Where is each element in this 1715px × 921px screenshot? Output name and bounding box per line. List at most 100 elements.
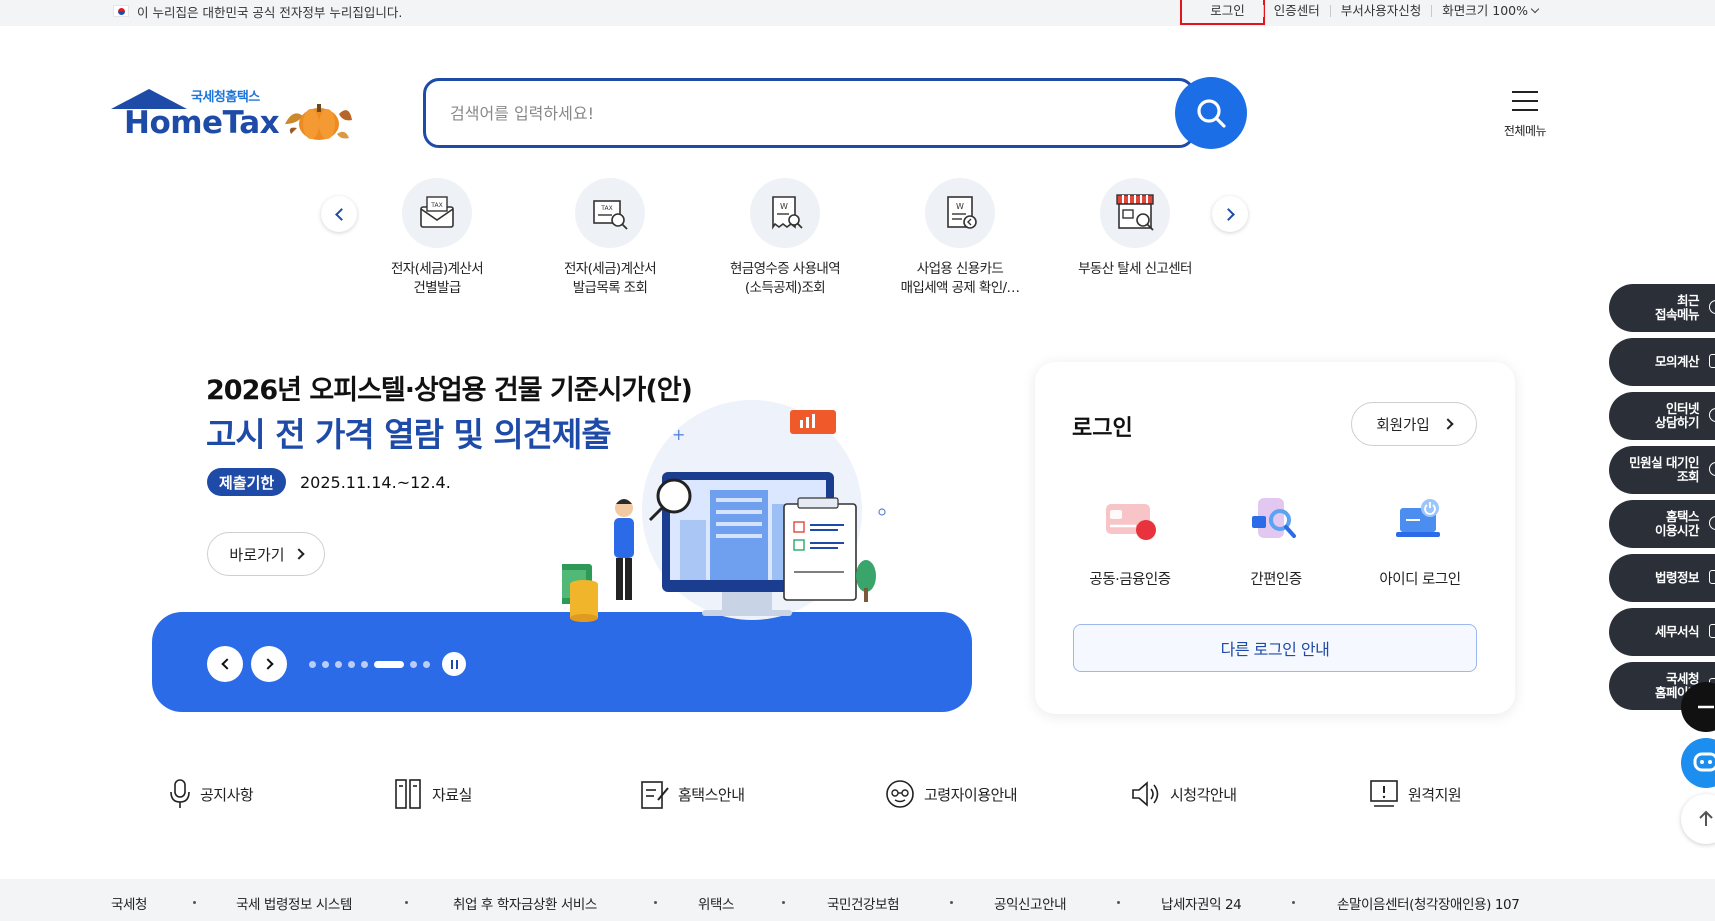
quick-item-einvoice-list[interactable]: TAX 전자(세금)계산서 발급목록 조회 — [535, 178, 685, 298]
logo-sub-text: 국세청홈택스 — [191, 90, 260, 105]
korea-flag-icon — [113, 5, 129, 17]
footer-link-wetax[interactable]: 위택스 — [698, 893, 734, 913]
logo-main-text: HomeTax — [124, 105, 280, 141]
notice-link[interactable]: 공지사항 — [168, 776, 254, 812]
receipt-search-icon: W — [750, 178, 820, 248]
gov-notice: 이 누리집은 대한민국 공식 전자정부 누리집입니다. — [113, 0, 402, 22]
quick-item-cash-receipt[interactable]: W 현금영수증 사용내역 (소득공제)조회 — [710, 178, 860, 298]
svg-text:TAX: TAX — [600, 205, 612, 212]
banner-page-dot[interactable] — [423, 660, 430, 668]
scroll-top-fab[interactable] — [1681, 794, 1715, 844]
senior-face-icon — [886, 780, 914, 808]
banner-page-dot[interactable] — [348, 660, 355, 668]
search-button[interactable] — [1175, 77, 1247, 149]
right-quick-menu: 최근 접속메뉴 모의계산 인터넷 상담하기 민원실 대기인 조회 홈택스 이용시간 법령… — [1609, 284, 1715, 716]
quick-item-realestate-report[interactable]: 부동산 탈세 신고센터 — [1060, 178, 1210, 279]
banner-page-dot[interactable] — [309, 660, 316, 668]
banner-page-dot[interactable] — [335, 660, 342, 668]
footer-link-law[interactable]: 국세 법령정보 시스템 — [236, 893, 352, 913]
banner-page-dot[interactable] — [322, 660, 329, 668]
svg-text:W: W — [780, 202, 788, 211]
footer-link-taxpayer-rights[interactable]: 납세자권익 24 — [1161, 893, 1242, 913]
join-label: 회원가입 — [1376, 417, 1430, 434]
hometax-guide-link[interactable]: 홈택스안내 — [640, 776, 745, 812]
dept-user-apply-link[interactable]: 부서사용자신청 — [1329, 4, 1432, 17]
zoom-control[interactable]: 화면크기 100% — [1431, 3, 1548, 18]
joint-financial-cert-login[interactable]: 공동·금융인증 — [1063, 490, 1197, 589]
senior-guide-link[interactable]: 고령자이용안내 — [884, 776, 1018, 812]
quick-prev-button[interactable] — [321, 196, 357, 232]
service-hours-button[interactable]: 홈택스 이용시간 — [1609, 500, 1715, 548]
quick-item-einvoice-issue[interactable]: TAX 전자(세금)계산서 건별발급 — [362, 178, 512, 298]
document-icon — [1709, 624, 1715, 638]
simple-auth-login[interactable]: 간편인증 — [1209, 490, 1343, 589]
arrow-up-icon — [1699, 810, 1713, 826]
tax-envelope-icon: TAX — [402, 178, 472, 248]
banner-page-dot[interactable] — [410, 660, 417, 668]
quick-item-label: 현금영수증 사용내역 (소득공제)조회 — [729, 261, 841, 296]
separator — [950, 901, 953, 904]
shortcut-links: 공지사항 자료실 홈택스안내 고령자이용안내 시청각안내 원격지원 — [168, 776, 1508, 816]
banner-pause-button[interactable] — [442, 652, 466, 676]
banner-next-button[interactable] — [251, 646, 287, 682]
footer-link-nhis[interactable]: 국민건강보험 — [827, 893, 900, 913]
search-input[interactable] — [450, 99, 1150, 127]
hamburger-icon — [1512, 91, 1538, 111]
search-box — [423, 78, 1195, 148]
gavel-icon — [1709, 570, 1715, 584]
footer-link-nts[interactable]: 국세청 — [111, 893, 147, 913]
zoom-label: 화면크기 — [1442, 3, 1489, 18]
chevron-left-icon — [334, 207, 348, 221]
all-menu-button[interactable]: 전체메뉴 — [1492, 88, 1558, 144]
card-check-icon: W — [925, 178, 995, 248]
footer-link-relay-center[interactable]: 손말이음센터(청각장애인용) 107 — [1337, 893, 1520, 913]
cert-center-link[interactable]: 인증센터 — [1262, 4, 1330, 17]
tax-forms-button[interactable]: 세무서식 — [1609, 608, 1715, 656]
search-area — [423, 77, 1248, 149]
footer-link-whistleblow[interactable]: 공익신고안내 — [994, 893, 1067, 913]
top-login-link[interactable]: 로그인 — [1180, 0, 1265, 25]
related-sites-bar: 국세청 국세 법령정보 시스템 취업 후 학자금상환 서비스 위택스 국민건강보… — [0, 879, 1715, 921]
laptop-power-icon — [1390, 490, 1450, 550]
quick-item-business-card[interactable]: W 사업용 신용카드 매입세액 공제 확인/… — [885, 178, 1035, 298]
separator — [405, 901, 408, 904]
remote-support-link[interactable]: 원격지원 — [1368, 776, 1462, 812]
law-info-button[interactable]: 법령정보 — [1609, 554, 1715, 602]
separator — [1117, 901, 1120, 904]
library-link[interactable]: 자료실 — [394, 776, 472, 812]
chevron-right-icon — [261, 658, 274, 670]
other-login-guide-button[interactable]: 다른 로그인 안내 — [1073, 624, 1477, 672]
banner-page-dot[interactable] — [374, 660, 404, 668]
audiovisual-guide-link[interactable]: 시청각안내 — [1130, 776, 1237, 812]
deadline-badge: 제출기한 — [207, 468, 287, 496]
footer-link-student-loan[interactable]: 취업 후 학자금상환 서비스 — [453, 893, 597, 913]
office-waiting-button[interactable]: 민원실 대기인 조회 — [1609, 446, 1715, 494]
chevron-down-icon — [1530, 4, 1540, 14]
menu-toggle-fab[interactable] — [1681, 682, 1715, 732]
online-consult-button[interactable]: 인터넷 상담하기 — [1609, 392, 1715, 440]
login-card-title: 로그인 — [1072, 416, 1133, 441]
tax-search-icon: TAX — [575, 178, 645, 248]
join-button[interactable]: 회원가입 — [1351, 402, 1477, 446]
quick-next-button[interactable] — [1212, 196, 1248, 232]
calculator-icon — [1709, 354, 1715, 368]
time-icon — [1709, 516, 1715, 530]
mock-calc-button[interactable]: 모의계산 — [1609, 338, 1715, 386]
pause-icon — [450, 659, 453, 669]
gov-notice-text: 이 누리집은 대한민국 공식 전자정부 누리집입니다. — [137, 4, 403, 20]
hometax-logo[interactable]: 국세청홈택스 HomeTax — [111, 86, 361, 146]
banner-controls — [207, 646, 466, 682]
search-icon — [1197, 99, 1226, 128]
banner-page-dot[interactable] — [361, 660, 368, 668]
chevron-right-icon — [1442, 418, 1454, 430]
quick-item-label: 사업용 신용카드 매입세액 공제 확인/… — [900, 261, 1020, 296]
recent-menu-button[interactable]: 최근 접속메뉴 — [1609, 284, 1715, 332]
chevron-left-icon — [220, 658, 233, 670]
banner-prev-button[interactable] — [207, 646, 243, 682]
separator — [654, 901, 657, 904]
id-login[interactable]: 아이디 로그인 — [1353, 490, 1487, 589]
chevron-right-icon — [292, 548, 305, 560]
banner-go-button[interactable]: 바로가기 — [207, 532, 325, 576]
chatbot-fab[interactable] — [1681, 738, 1715, 788]
main-banner[interactable]: 2026년 오피스텔·상업용 건물 기준시가(안) 고시 전 가격 열람 및 의… — [152, 360, 972, 712]
